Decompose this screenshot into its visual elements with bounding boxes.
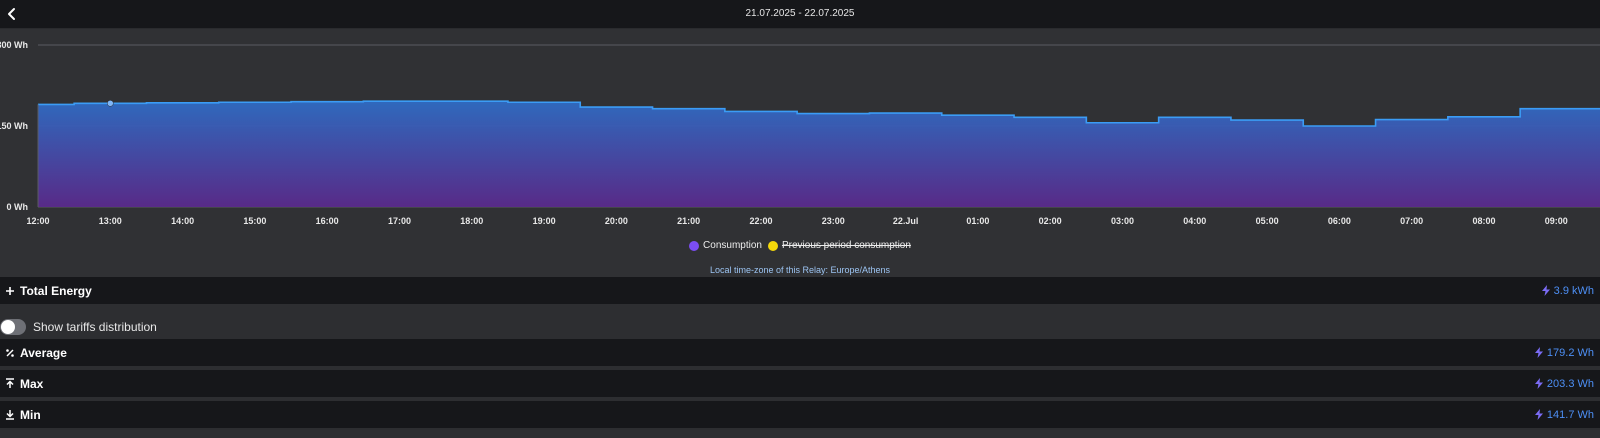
toggle-knob — [1, 320, 15, 334]
x-tick-label: 22.Jul — [893, 216, 919, 226]
tariffs-toggle-row: Show tariffs distribution — [0, 312, 1600, 342]
legend-dot-consumption — [689, 240, 700, 251]
bolt-icon — [1534, 409, 1543, 420]
x-tick-label: 16:00 — [316, 216, 339, 226]
legend-dot-previous-period — [767, 240, 778, 251]
tariffs-toggle[interactable] — [0, 319, 26, 335]
arrow-up-to-line-icon — [0, 370, 20, 397]
x-tick-label: 19:00 — [533, 216, 556, 226]
average-value: 179.2 Wh — [1546, 346, 1594, 359]
x-tick-label: 04:00 — [1183, 216, 1206, 226]
legend-label-previous-period: Previous period consumption — [781, 240, 911, 251]
x-tick-label: 03:00 — [1111, 216, 1134, 226]
x-tick-label: 22:00 — [749, 216, 772, 226]
max-value-wrap: 203.3 Wh — [1534, 377, 1594, 390]
min-label: Min — [20, 407, 41, 422]
legend-label-consumption: Consumption — [703, 240, 762, 251]
tariffs-toggle-label: Show tariffs distribution — [33, 320, 157, 334]
x-tick-label: 14:00 — [171, 216, 194, 226]
x-tick-label: 07:00 — [1400, 216, 1423, 226]
y-tick-label: 0 Wh — [7, 202, 29, 212]
x-tick-label: 02:00 — [1039, 216, 1062, 226]
x-tick-label: 23:00 — [822, 216, 845, 226]
x-tick-label: 12:00 — [26, 216, 49, 226]
total-energy-label: Total Energy — [20, 283, 92, 298]
timezone-note: Local time-zone of this Relay: Europe/At… — [709, 265, 891, 275]
arrow-down-to-line-icon — [0, 401, 20, 428]
x-tick-label: 17:00 — [388, 216, 411, 226]
max-row[interactable]: Max 203.3 Wh — [0, 370, 1600, 397]
y-tick-label: 150 Wh — [0, 121, 28, 131]
x-tick-label: 13:00 — [99, 216, 122, 226]
hover-point-marker[interactable] — [107, 100, 114, 107]
x-tick-label: 05:00 — [1256, 216, 1279, 226]
y-tick-label: 300 Wh — [0, 40, 28, 50]
x-tick-label: 06:00 — [1328, 216, 1351, 226]
bolt-icon — [1534, 347, 1543, 358]
bolt-icon — [1534, 378, 1543, 389]
x-tick-label: 20:00 — [605, 216, 628, 226]
bolt-icon — [1541, 285, 1550, 296]
header-bar: 21.07.2025 - 22.07.2025 — [0, 0, 1600, 29]
legend-item-previous-period[interactable]: Previous period consumption — [767, 240, 911, 251]
min-value-wrap: 141.7 Wh — [1534, 408, 1594, 421]
min-value: 141.7 Wh — [1546, 408, 1594, 421]
total-energy-value-wrap: 3.9 kWh — [1541, 284, 1594, 297]
average-label: Average — [20, 345, 67, 360]
x-tick-label: 09:00 — [1545, 216, 1568, 226]
total-energy-row[interactable]: Total Energy 3.9 kWh — [0, 277, 1600, 304]
percent-icon — [0, 339, 20, 366]
consumption-chart: 0 Wh 150 Wh 300 Wh 12:00 13:00 14:00 15:00 16:0… — [0, 29, 1600, 277]
x-tick-label: 18:00 — [460, 216, 483, 226]
chart-svg: 0 Wh 150 Wh 300 Wh 12:00 13:00 14:00 15:00 16:0… — [0, 40, 1600, 226]
average-value-wrap: 179.2 Wh — [1534, 346, 1594, 359]
x-tick-label: 01:00 — [966, 216, 989, 226]
x-tick-label: 15:00 — [243, 216, 266, 226]
chart-legend: Consumption Previous period consumption — [0, 240, 1600, 251]
legend-item-consumption[interactable]: Consumption — [689, 240, 762, 251]
min-row[interactable]: Min 141.7 Wh — [0, 401, 1600, 428]
x-tick-label: 08:00 — [1472, 216, 1495, 226]
x-tick-label: 21:00 — [677, 216, 700, 226]
date-range-title: 21.07.2025 - 22.07.2025 — [745, 8, 855, 19]
consumption-area — [38, 101, 1600, 207]
average-row[interactable]: Average 179.2 Wh — [0, 339, 1600, 366]
max-label: Max — [20, 376, 44, 391]
plus-icon — [0, 277, 20, 304]
total-energy-value: 3.9 kWh — [1553, 284, 1594, 297]
max-value: 203.3 Wh — [1546, 377, 1594, 390]
